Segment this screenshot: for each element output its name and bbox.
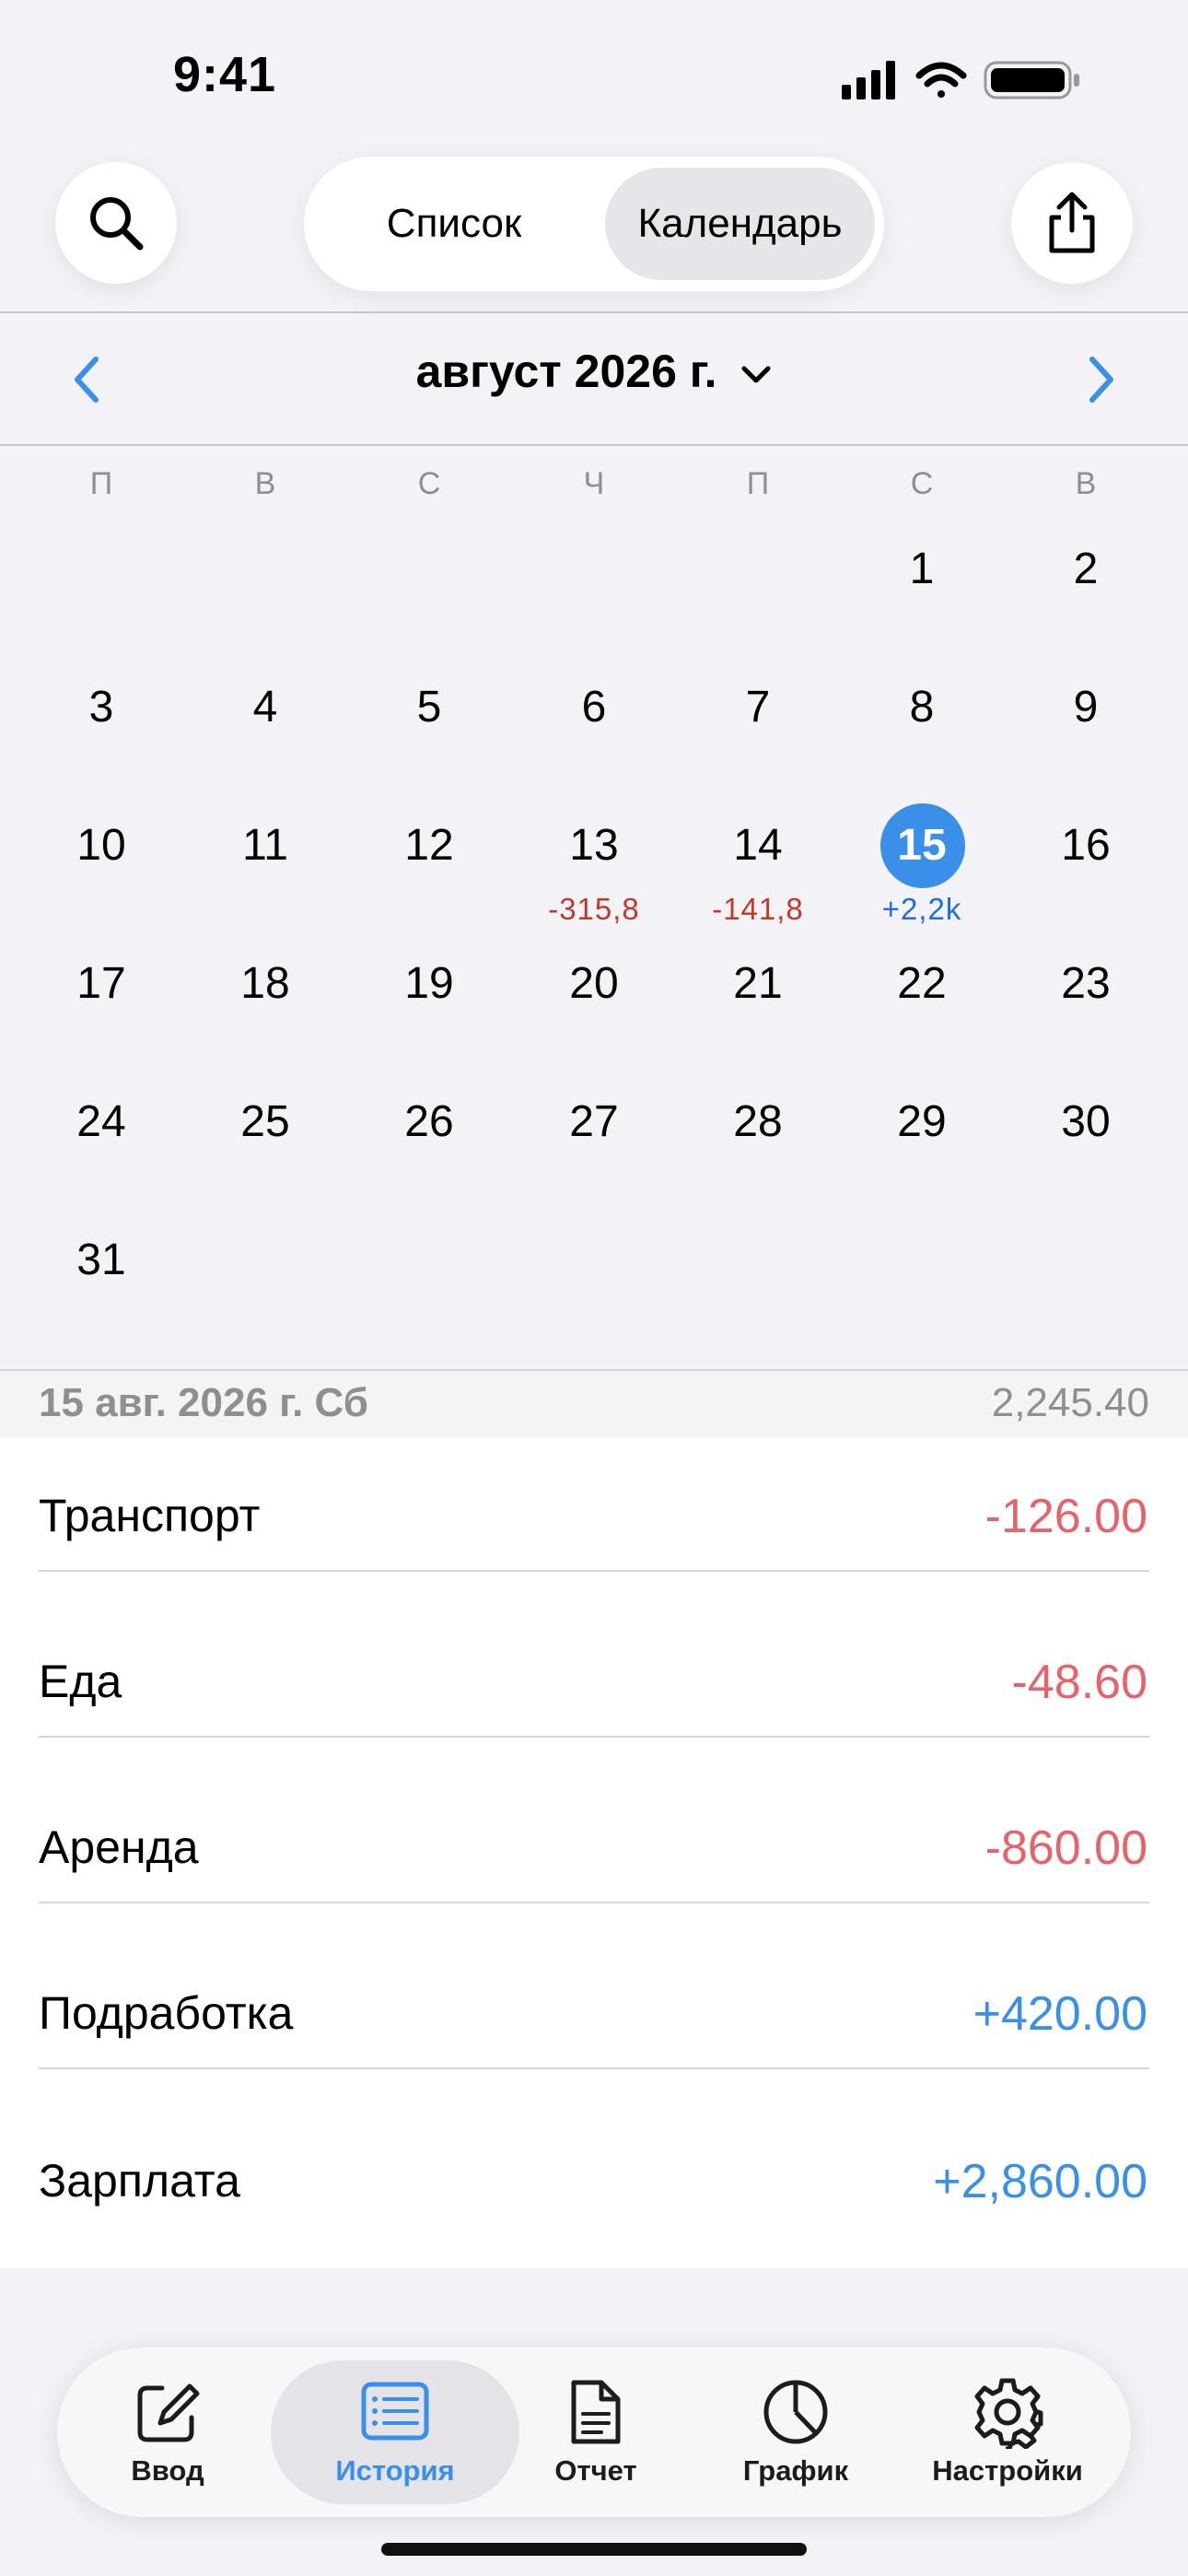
calendar-day[interactable]: 18	[210, 958, 320, 1009]
calendar-day[interactable]: 2	[1031, 544, 1141, 594]
weekday-label: В	[254, 466, 276, 501]
tab-report[interactable]: Отчет	[499, 2348, 693, 2517]
search-button[interactable]	[55, 162, 177, 284]
search-icon	[90, 197, 144, 251]
pie-chart-icon	[763, 2380, 828, 2444]
battery-icon	[984, 61, 1079, 100]
calendar-day[interactable]: 6	[539, 682, 649, 732]
tab-label: Ввод	[131, 2454, 204, 2487]
transaction-category: Транспорт	[39, 1490, 261, 1541]
status-time: 9:41	[173, 47, 277, 102]
calendar-day[interactable]: 26	[374, 1096, 484, 1147]
calendar-day[interactable]: 5	[374, 682, 484, 732]
tab-label: График	[742, 2454, 849, 2487]
compose-icon	[137, 2383, 200, 2442]
calendar-day[interactable]: 12	[374, 820, 484, 871]
calendar-day[interactable]: 21	[703, 958, 813, 1009]
chevron-down-icon	[741, 366, 771, 383]
weekday-label: П	[89, 466, 113, 501]
day-amount: -315,8	[548, 892, 640, 926]
calendar-day[interactable]: 29	[867, 1096, 977, 1147]
calendar-day[interactable]: 30	[1031, 1096, 1141, 1147]
weekday-label: П	[746, 466, 770, 501]
transaction-amount: -860.00	[984, 1821, 1147, 1875]
calendar-day[interactable]: 27	[539, 1096, 649, 1147]
calendar-day[interactable]: 7	[703, 682, 813, 732]
day-amount: -141,8	[712, 892, 804, 926]
wifi-icon	[915, 62, 967, 98]
calendar-day[interactable]: 24	[46, 1096, 157, 1147]
gear-icon	[974, 2378, 1043, 2449]
cellular-signal-icon	[842, 61, 895, 100]
transaction-amount: -48.60	[1011, 1656, 1147, 1709]
calendar-day[interactable]: 23	[1031, 958, 1141, 1009]
calendar-day[interactable]: 19	[374, 958, 484, 1009]
status-icons	[842, 61, 1079, 100]
calendar-day[interactable]: 3	[46, 682, 157, 732]
selected-date-label: 15 авг. 2026 г. Сб	[39, 1380, 368, 1425]
transaction-category: Зарплата	[39, 2155, 240, 2207]
calendar-day[interactable]: 11	[210, 820, 320, 871]
divider	[0, 444, 1188, 446]
calendar-day[interactable]: 8	[867, 682, 977, 732]
calendar-day[interactable]: 28	[703, 1096, 813, 1147]
tab-settings[interactable]: Настройки	[897, 2348, 1118, 2517]
share-button[interactable]	[1011, 162, 1133, 284]
tab-label: Отчет	[554, 2454, 637, 2487]
calendar-day[interactable]: 14	[703, 820, 813, 871]
calendar-day[interactable]: 22	[867, 958, 977, 1009]
tab-bar: Ввод История Отчет График Настройки	[57, 2348, 1131, 2517]
transaction-category: Еда	[39, 1656, 122, 1707]
calendar-day[interactable]: 25	[210, 1096, 320, 1147]
weekday-label: Ч	[583, 466, 605, 501]
calendar-day[interactable]: 4	[210, 682, 320, 732]
month-title-picker[interactable]: август 2026 г.	[0, 345, 1188, 398]
selected-date-header: 15 авг. 2026 г. Сб 2,245.40	[0, 1371, 1188, 1437]
calendar-day[interactable]: 13	[539, 820, 649, 871]
row-divider	[39, 1570, 1149, 1572]
weekday-label: В	[1075, 466, 1097, 501]
tab-label: История	[335, 2454, 455, 2487]
divider	[0, 311, 1188, 313]
calendar-day[interactable]: 20	[539, 958, 649, 1009]
row-divider	[39, 1902, 1149, 1903]
next-month-chevron-icon[interactable]	[1083, 352, 1120, 407]
transaction-category: Подработка	[39, 1987, 294, 2039]
weekday-label: С	[910, 466, 934, 501]
selected-date-total: 2,245.40	[991, 1380, 1149, 1425]
tab-chart[interactable]: График	[699, 2348, 892, 2517]
tab-label: Настройки	[932, 2454, 1083, 2487]
transaction-row[interactable]: Аренда -860.00	[0, 1769, 1188, 1935]
month-title: август 2026 г.	[415, 345, 717, 397]
calendar-day-selected[interactable]: 15	[867, 820, 977, 871]
calendar-day[interactable]: 9	[1031, 682, 1141, 732]
tab-history[interactable]: История	[298, 2348, 492, 2517]
transaction-row[interactable]: Зарплата +2,860.00	[0, 2101, 1188, 2266]
day-amount: +2,2k	[881, 892, 962, 926]
transaction-row[interactable]: Транспорт -126.00	[0, 1437, 1188, 1603]
segment-list[interactable]: Список	[320, 168, 588, 280]
transaction-amount: -126.00	[984, 1490, 1147, 1543]
row-divider	[39, 2067, 1149, 2069]
transaction-row[interactable]: Еда -48.60	[0, 1603, 1188, 1769]
tab-input[interactable]: Ввод	[57, 2348, 278, 2517]
transaction-category: Аренда	[39, 1821, 199, 1873]
home-indicator	[381, 2543, 807, 2556]
transaction-list: Транспорт -126.00 Еда -48.60 Аренда -860…	[0, 1437, 1188, 2268]
calendar-day[interactable]: 10	[46, 820, 157, 871]
document-icon	[571, 2380, 621, 2444]
view-segmented-control: Список Календарь	[304, 157, 884, 291]
row-divider	[39, 1736, 1149, 1738]
weekday-label: С	[417, 466, 441, 501]
segment-calendar[interactable]: Календарь	[605, 168, 875, 280]
calendar-day[interactable]: 17	[46, 958, 157, 1009]
calendar-day[interactable]: 16	[1031, 820, 1141, 871]
list-icon	[361, 2382, 429, 2441]
transaction-amount: +420.00	[973, 1987, 1147, 2041]
share-icon	[1049, 192, 1095, 253]
transaction-amount: +2,860.00	[933, 2155, 1147, 2208]
calendar-day[interactable]: 31	[46, 1235, 157, 1285]
calendar-day[interactable]: 1	[867, 544, 977, 594]
transaction-row[interactable]: Подработка +420.00	[0, 1935, 1188, 2101]
